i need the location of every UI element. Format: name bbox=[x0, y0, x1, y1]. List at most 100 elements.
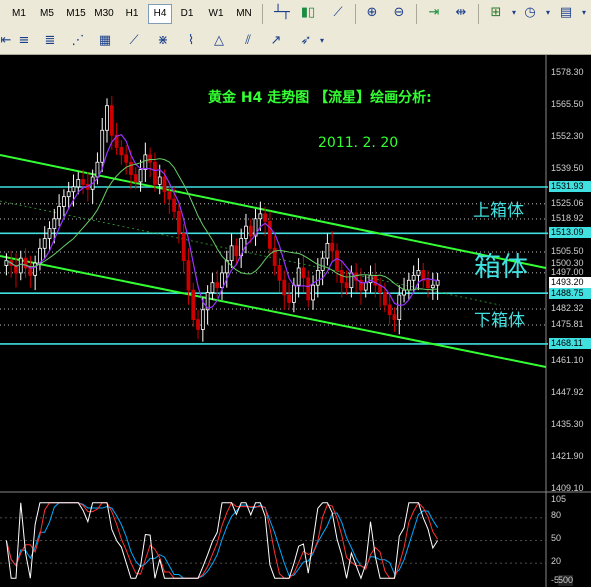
candle-body bbox=[311, 284, 315, 301]
candle-body bbox=[176, 211, 181, 234]
drawing-toolbar: ⇤ ≡ ≣ ⋰ ▦ ⟋ ⋇ ⌇ △ ⫽ ↗ ➶ ▾ bbox=[0, 28, 591, 55]
candle-body bbox=[258, 213, 263, 220]
price-label: 1539.50 bbox=[551, 163, 584, 173]
fibo-timezones-icon[interactable]: ▦ bbox=[95, 31, 115, 51]
candle-body bbox=[33, 262, 38, 276]
gann-line-icon[interactable]: ⟋ bbox=[124, 31, 144, 51]
price-label: 1578.30 bbox=[551, 67, 584, 77]
chevron-down-icon[interactable]: ▾ bbox=[538, 3, 558, 23]
candle-body bbox=[402, 289, 406, 296]
candle-body bbox=[57, 206, 61, 220]
toolbar-separator bbox=[262, 4, 263, 24]
mid-box-price-tag: 1513.09 bbox=[549, 227, 591, 238]
osc-scale-label: 20 bbox=[551, 556, 562, 566]
timeframe-w1[interactable]: W1 bbox=[205, 5, 227, 23]
candle-body bbox=[95, 161, 100, 178]
candle-body bbox=[426, 279, 430, 289]
candle-body bbox=[330, 242, 335, 252]
candle-body bbox=[196, 319, 200, 330]
candle-body bbox=[18, 257, 23, 274]
candle-body bbox=[157, 176, 162, 185]
toolbar-separator bbox=[416, 4, 417, 24]
periods-clock-icon[interactable]: ◷ bbox=[520, 3, 540, 23]
zoom-in-icon[interactable]: ⊕ bbox=[362, 3, 382, 23]
cycle-lines-icon[interactable]: ⌇ bbox=[181, 31, 201, 51]
chart-title: 黄金 H4 走势图 【流星】绘画分析: bbox=[208, 90, 432, 106]
price-label: 1552.30 bbox=[551, 131, 584, 141]
candle-body bbox=[383, 292, 387, 306]
timeframe-h1[interactable]: H1 bbox=[121, 5, 143, 23]
candlestick-icon[interactable]: ▮▯ bbox=[298, 3, 318, 23]
timeframe-toolbar: M1 M5 M15 M30 H1 H4 D1 W1 MN ┴┬ ▮▯ ⟋ ⊕ ⊖… bbox=[0, 0, 591, 29]
autoscroll-icon[interactable]: ⇥ bbox=[424, 3, 444, 23]
channel-icon[interactable]: ⫽ bbox=[238, 31, 258, 51]
candle-body bbox=[200, 309, 205, 330]
arrow-icon[interactable]: ↗ bbox=[266, 31, 286, 51]
candle-body bbox=[335, 250, 339, 271]
price-label: 1435.30 bbox=[551, 419, 584, 429]
ask-price-tag: 1488.75 bbox=[549, 288, 591, 299]
price-label: 1565.50 bbox=[551, 99, 584, 109]
indicators-icon[interactable]: ⊞ bbox=[486, 3, 506, 23]
osc-corner-value: 500 bbox=[558, 575, 574, 586]
candle-body bbox=[23, 257, 28, 269]
candle-body bbox=[387, 304, 392, 316]
gann-fan-icon[interactable]: ⋇ bbox=[153, 31, 173, 51]
timeframe-mn[interactable]: MN bbox=[232, 5, 256, 23]
candle-body bbox=[411, 274, 416, 281]
timeframe-m30[interactable]: M30 bbox=[91, 5, 117, 23]
candles bbox=[4, 95, 440, 342]
candle-body bbox=[71, 186, 76, 193]
candle-body bbox=[291, 284, 296, 303]
timeframe-m15[interactable]: M15 bbox=[63, 5, 89, 23]
candle-body bbox=[38, 247, 42, 264]
candle-body bbox=[301, 267, 306, 279]
candle-body bbox=[416, 270, 421, 276]
toolbar-separator bbox=[478, 4, 479, 24]
chevron-down-icon[interactable]: ▾ bbox=[574, 3, 591, 23]
candle-body bbox=[282, 279, 287, 296]
candle-body bbox=[143, 154, 148, 171]
timeframe-h4[interactable]: H4 bbox=[148, 4, 172, 24]
candle-body bbox=[339, 270, 344, 284]
candle-body bbox=[133, 174, 138, 183]
timeframe-m5[interactable]: M5 bbox=[36, 5, 58, 23]
chart-window[interactable]: 黄金 H4 走势图 【流星】绘画分析: 2011. 2. 20 上箱体 箱体 下… bbox=[0, 55, 591, 587]
candle-body bbox=[52, 218, 57, 230]
timeframe-m1[interactable]: M1 bbox=[8, 5, 30, 23]
candle-body bbox=[296, 267, 301, 286]
candle-body bbox=[47, 228, 52, 239]
candle-body bbox=[167, 191, 172, 200]
candle-body bbox=[392, 314, 397, 321]
candle-body bbox=[105, 105, 109, 131]
candle-body bbox=[268, 220, 272, 249]
osc-scale-label: 50 bbox=[551, 533, 562, 543]
line-chart-icon[interactable]: ⟋ bbox=[328, 3, 348, 23]
price-label: 1409.10 bbox=[551, 483, 584, 493]
candle-body bbox=[277, 265, 282, 281]
candle-body bbox=[153, 161, 157, 185]
upper-box-price-tag: 1531.93 bbox=[549, 181, 591, 192]
candle-body bbox=[124, 154, 129, 163]
bar-chart-icon[interactable]: ┴┬ bbox=[272, 3, 292, 23]
chart-shift-icon[interactable]: ⇹ bbox=[451, 3, 471, 23]
candle-body bbox=[76, 179, 81, 188]
candle-body bbox=[220, 272, 224, 289]
fibo-fan-icon[interactable]: ≣ bbox=[40, 31, 60, 51]
zoom-out-icon[interactable]: ⊖ bbox=[389, 3, 409, 23]
candle-body bbox=[66, 191, 71, 198]
osc-scale-label: 105 bbox=[551, 494, 567, 504]
candle-body bbox=[81, 179, 85, 185]
price-label: 1525.06 bbox=[551, 198, 584, 208]
price-label: 1447.92 bbox=[551, 387, 584, 397]
candle-body bbox=[344, 282, 349, 289]
candle-body bbox=[109, 105, 114, 136]
price-label: 1482.32 bbox=[551, 303, 584, 313]
chevron-down-icon[interactable]: ▾ bbox=[312, 31, 332, 51]
triangle-icon[interactable]: △ bbox=[209, 31, 229, 51]
fibo-retracement-icon[interactable]: ≡ bbox=[14, 31, 34, 51]
timeframe-d1[interactable]: D1 bbox=[176, 5, 198, 23]
candle-body bbox=[148, 154, 153, 163]
templates-icon[interactable]: ▤ bbox=[556, 3, 576, 23]
fibo-arcs-icon[interactable]: ⋰ bbox=[68, 31, 88, 51]
